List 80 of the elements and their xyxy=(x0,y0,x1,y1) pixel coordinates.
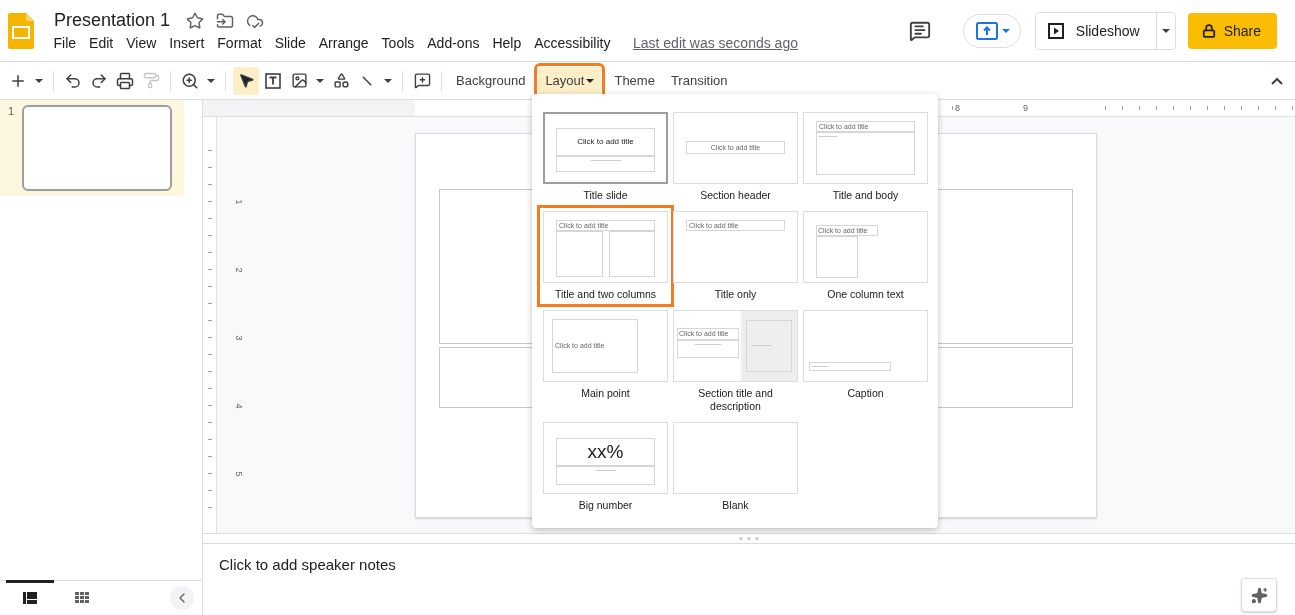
layout-thumbnail[interactable]: xx% xyxy=(543,422,668,494)
layout-name: Title and two columns xyxy=(553,288,658,301)
menu-item[interactable]: Help xyxy=(485,35,528,51)
paint-roller-icon xyxy=(142,72,160,89)
caret-icon xyxy=(384,78,392,83)
layout-name: Section title and description xyxy=(697,387,774,413)
layout-name: Main point xyxy=(580,387,631,400)
layout-thumbnail[interactable] xyxy=(803,310,928,382)
caret-icon xyxy=(316,78,324,83)
number-placeholder: xx% xyxy=(556,438,655,466)
caret-icon xyxy=(1001,28,1010,33)
chevron-up-icon xyxy=(1271,76,1283,85)
slide-thumbnail[interactable] xyxy=(22,105,173,191)
layout-name: Title and body xyxy=(831,189,900,202)
present-button[interactable] xyxy=(962,13,1021,48)
ruler-number: 3 xyxy=(232,335,244,341)
layout-name: One column text xyxy=(826,288,905,301)
column-placeholder xyxy=(556,231,603,277)
menu-item[interactable]: Format xyxy=(210,35,269,51)
layout-name: Section header xyxy=(699,189,772,202)
grid-icon xyxy=(75,592,89,604)
layout-name: Title slide xyxy=(582,189,629,202)
layout-name: Big number xyxy=(577,499,634,512)
caret-icon xyxy=(207,78,215,83)
title-placeholder: Click to add title xyxy=(556,128,655,156)
drag-handle-icon xyxy=(739,537,759,540)
share-button[interactable]: Share xyxy=(1187,12,1277,49)
column-placeholder xyxy=(608,231,655,277)
explore-button[interactable] xyxy=(1241,578,1277,612)
caret-icon xyxy=(35,78,43,83)
menu-item[interactable]: Insert xyxy=(162,35,211,51)
lock-icon xyxy=(1201,23,1216,38)
star-icon[interactable] xyxy=(186,11,205,30)
layout-thumbnail[interactable] xyxy=(673,422,798,494)
menu-item[interactable]: Slide xyxy=(268,35,313,51)
upload-icon xyxy=(975,21,998,40)
menu-item[interactable]: Arrange xyxy=(312,35,376,51)
ruler-number: 8 xyxy=(955,103,1023,113)
menu-item[interactable]: Accessibility xyxy=(527,35,617,51)
image-icon xyxy=(290,72,308,89)
layout-name: Blank xyxy=(721,499,750,512)
menu-item[interactable]: Tools xyxy=(375,35,421,51)
move-folder-icon[interactable] xyxy=(216,11,235,30)
print-icon xyxy=(116,71,134,90)
toolbar-button[interactable]: Transition xyxy=(663,66,735,95)
comment-plus-icon xyxy=(413,72,431,89)
toolbar-button[interactable]: Background xyxy=(449,66,533,95)
layout-name: Title only xyxy=(713,288,758,301)
slideshow-button[interactable]: Slideshow xyxy=(1035,12,1157,49)
play-icon xyxy=(1047,22,1064,39)
filmstrip-icon xyxy=(23,592,37,604)
menu-item[interactable]: Add-ons xyxy=(420,35,486,51)
ruler-number: 2 xyxy=(232,267,244,273)
shapes-icon xyxy=(332,72,350,89)
redo-icon xyxy=(90,71,108,90)
slide-number: 1 xyxy=(8,105,15,119)
caret-icon xyxy=(586,78,595,83)
subtitle-placeholder xyxy=(677,340,739,358)
menu-item[interactable]: Edit xyxy=(82,35,120,51)
last-edit-link[interactable]: Last edit was seconds ago xyxy=(633,35,798,51)
sparkle-icon xyxy=(1250,586,1268,604)
document-title[interactable]: Presentation 1 xyxy=(54,10,171,31)
menu-item[interactable]: View xyxy=(119,35,163,51)
caret-icon xyxy=(1161,28,1170,33)
layout-thumbnail[interactable]: Click to add title xyxy=(543,112,668,184)
ruler-number: 9 xyxy=(1023,103,1091,113)
undo-icon xyxy=(64,71,82,90)
menu-item[interactable]: File xyxy=(47,35,83,51)
ruler-number: 5 xyxy=(232,471,244,477)
ruler-number: 1 xyxy=(232,199,244,205)
text-box-icon xyxy=(264,71,282,90)
cursor-icon xyxy=(237,72,255,89)
select-tool[interactable] xyxy=(233,66,259,95)
ruler-number: 4 xyxy=(232,403,244,409)
comment-icon[interactable] xyxy=(908,19,931,42)
zoom-icon xyxy=(181,71,199,90)
toolbar-button[interactable]: Theme xyxy=(607,66,662,95)
description-panel xyxy=(741,311,797,381)
body-placeholder xyxy=(816,236,858,278)
layout-name: Caption xyxy=(846,387,885,400)
